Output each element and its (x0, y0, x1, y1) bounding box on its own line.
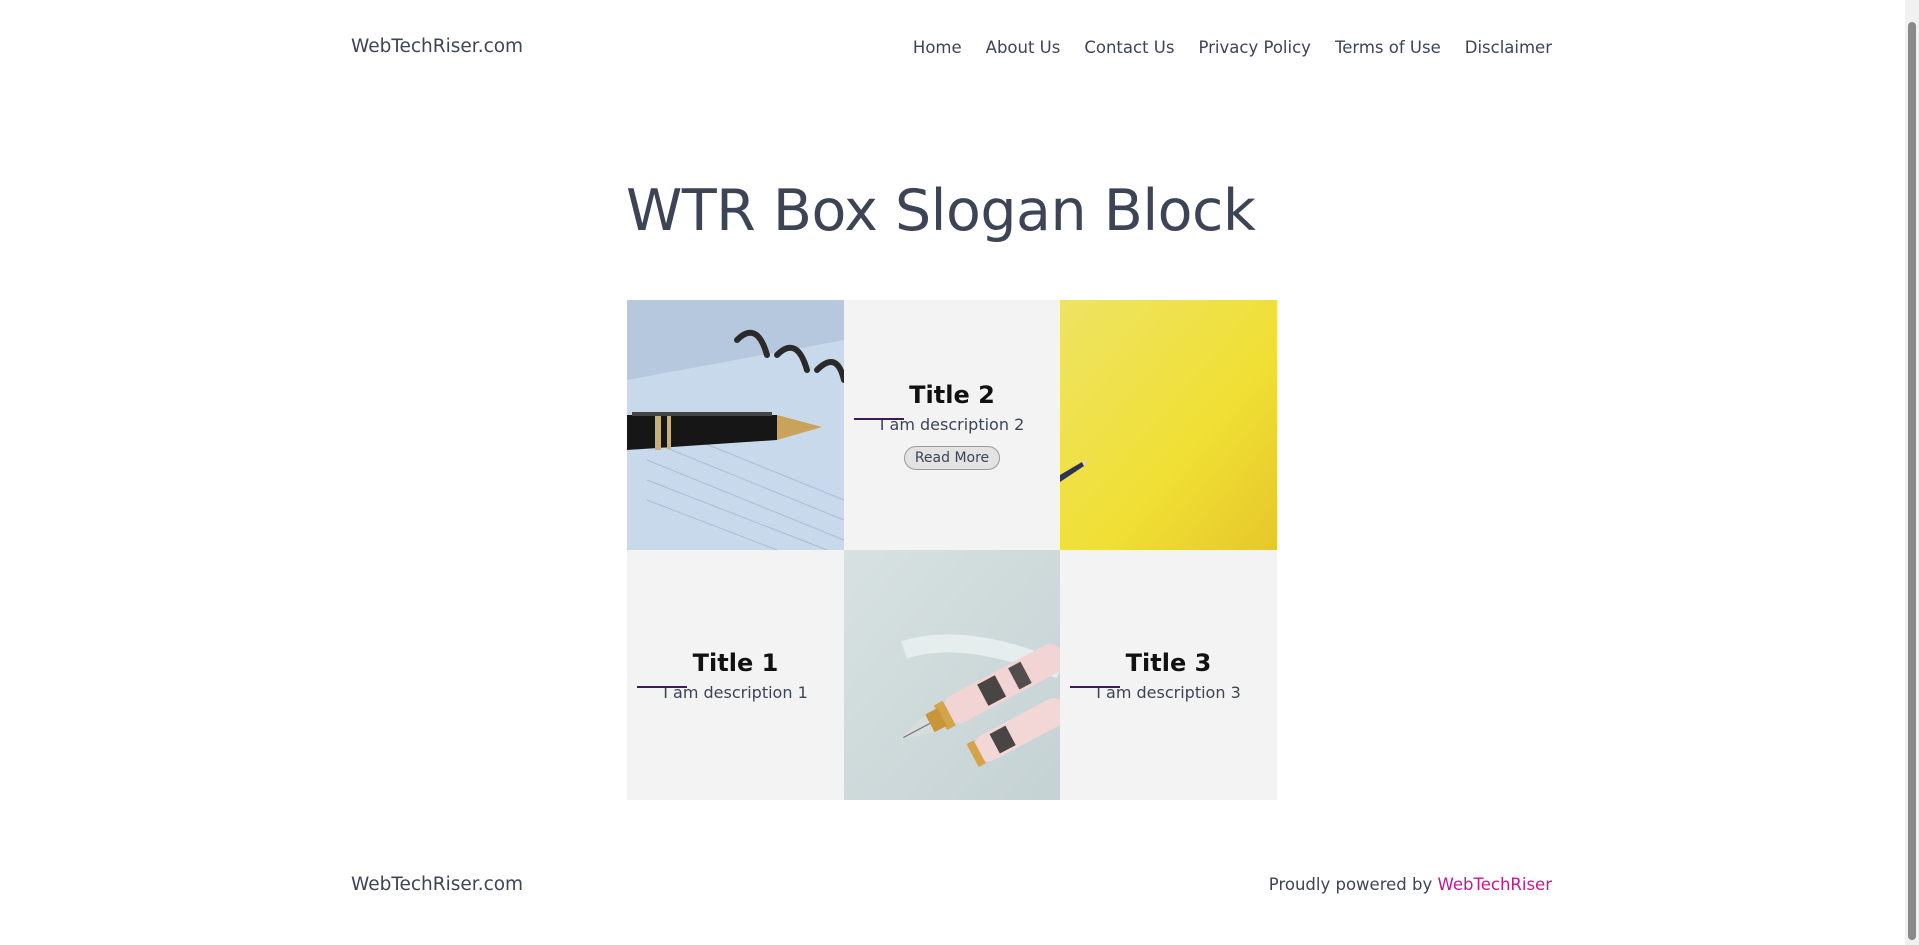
site-footer: WebTechRiser.com Proudly powered by WebT… (351, 870, 1552, 900)
box-3-underline (1070, 686, 1120, 688)
box-2-underline (854, 418, 904, 420)
box-3: Title 3 I am description 3 (1060, 550, 1277, 800)
image-notebook-pen (627, 300, 844, 550)
box-slogan-grid: Title 2 I am description 2 Read More Tit… (627, 300, 1277, 800)
footer-credit: Proudly powered by WebTechRiser (1269, 875, 1552, 894)
site-title-link[interactable]: WebTechRiser.com (351, 36, 523, 57)
nav-privacy-policy[interactable]: Privacy Policy (1198, 38, 1310, 57)
nav-about-us[interactable]: About Us (986, 38, 1061, 57)
box-3-title: Title 3 (1125, 648, 1212, 677)
image-fountain-pen (844, 550, 1060, 800)
image-yellow-pencil (1060, 300, 1277, 550)
page-scrollbar[interactable] (1905, 0, 1919, 945)
nav-disclaimer[interactable]: Disclaimer (1465, 38, 1552, 57)
footer-credit-prefix: Proudly powered by (1268, 875, 1433, 894)
box-2-title: Title 2 (909, 380, 995, 409)
box-2: Title 2 I am description 2 Read More (844, 300, 1060, 550)
footer-credit-link[interactable]: WebTechRiser (1437, 875, 1552, 894)
page-title: WTR Box Slogan Block (626, 178, 1256, 244)
nav-home[interactable]: Home (913, 38, 962, 57)
box-1-underline (637, 686, 687, 688)
scrollbar-thumb[interactable] (1908, 22, 1916, 940)
main-nav: Home About Us Contact Us Privacy Policy … (913, 38, 1552, 57)
footer-site-title: WebTechRiser.com (351, 874, 524, 895)
nav-contact-us[interactable]: Contact Us (1084, 38, 1174, 57)
box-1-title: Title 1 (692, 648, 779, 677)
read-more-button[interactable]: Read More (903, 445, 1001, 470)
box-1: Title 1 I am description 1 (627, 550, 844, 800)
site-header: WebTechRiser.com Home About Us Contact U… (351, 0, 1552, 98)
nav-terms-of-use[interactable]: Terms of Use (1335, 38, 1441, 57)
